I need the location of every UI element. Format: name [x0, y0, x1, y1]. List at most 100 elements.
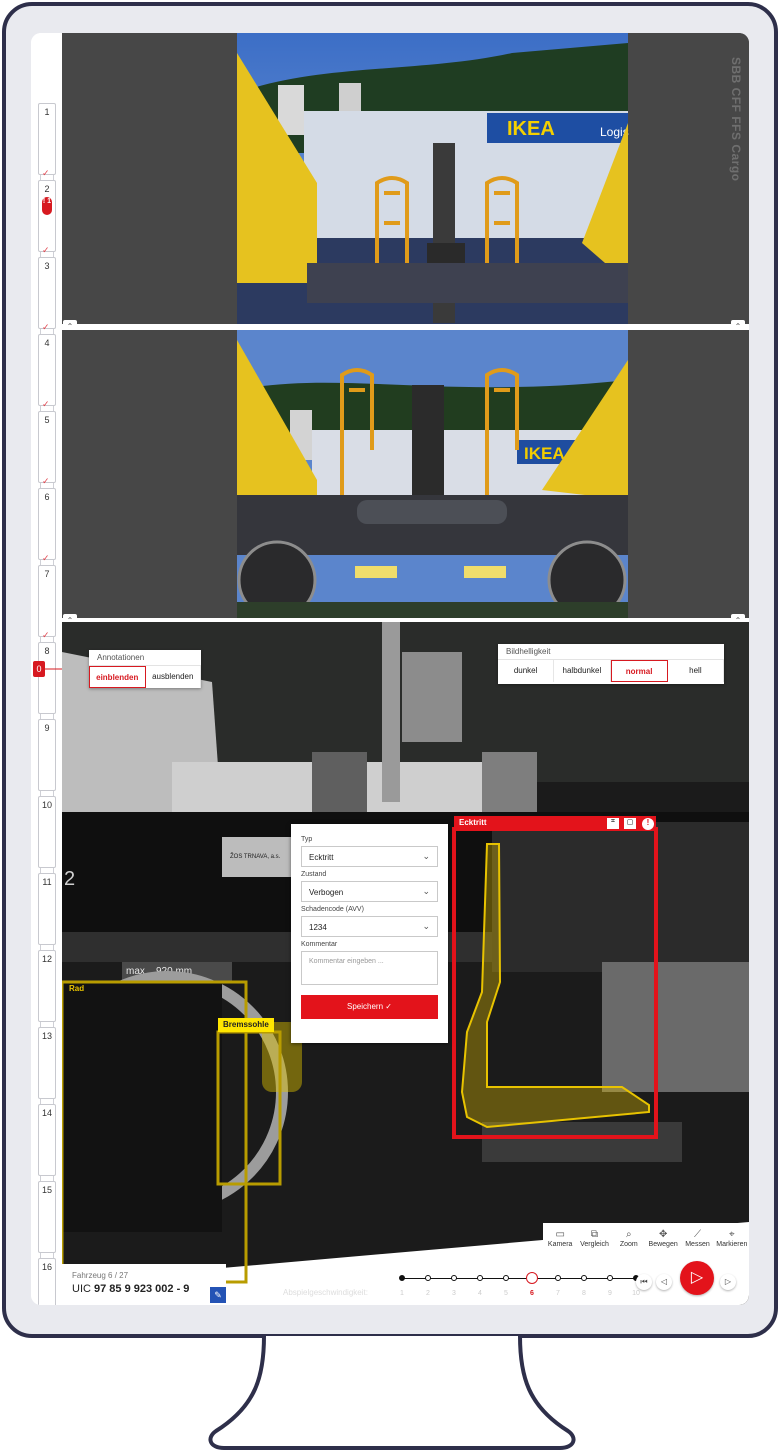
brightness-normal-button[interactable]: normal	[610, 660, 668, 682]
timeline-item[interactable]: 3 ✓	[38, 257, 56, 332]
speed-step-dot[interactable]	[555, 1275, 561, 1281]
ikea-sign: IKEA	[507, 118, 555, 140]
monitor-stand	[208, 1336, 576, 1450]
timeline-item[interactable]: 13	[38, 1027, 56, 1099]
crop-icon[interactable]: ⌗	[607, 818, 619, 829]
skip-start-icon[interactable]: ⏮	[636, 1274, 652, 1290]
tool-label: Markieren	[716, 1241, 748, 1248]
uic-prefix: UIC	[72, 1283, 91, 1295]
tool-vergleich-button[interactable]: ⧉ Vergleich	[577, 1229, 611, 1260]
timeline-item[interactable]: 8	[38, 642, 56, 714]
speed-step-dot[interactable]	[607, 1275, 613, 1281]
speed-step-dot[interactable]	[399, 1275, 405, 1281]
brightness-dunkel-button[interactable]: dunkel	[498, 660, 555, 682]
speed-step-label[interactable]: 3	[448, 1290, 460, 1297]
tool-label: Zoom	[619, 1241, 638, 1248]
timeline-item-number: 11	[42, 877, 52, 887]
timeline-item[interactable]: 1 ✓	[38, 103, 56, 178]
timeline-item[interactable]: 16	[38, 1258, 56, 1305]
tool-label: Messen	[685, 1241, 710, 1248]
check-icon: ✓	[42, 553, 50, 563]
timeline-item[interactable]: 14	[38, 1104, 56, 1176]
speed-step-label[interactable]: 9	[604, 1290, 616, 1297]
timeline-item[interactable]: 9	[38, 719, 56, 791]
timeline-current-marker[interactable]: 0	[31, 661, 62, 677]
speed-step-label[interactable]: 5	[500, 1290, 512, 1297]
uic-number: 97 85 9 923 002 - 9	[94, 1283, 190, 1295]
speed-step-dot[interactable]	[451, 1275, 457, 1281]
brightness-hell-button[interactable]: hell	[668, 660, 724, 682]
speed-step-label[interactable]: 6	[526, 1290, 538, 1297]
speed-step-label[interactable]: 8	[578, 1290, 590, 1297]
play-icon[interactable]: ▷	[680, 1261, 714, 1295]
speed-step-label[interactable]: 2	[422, 1290, 434, 1297]
timeline-item-number: 2	[44, 184, 50, 194]
speed-step-dot[interactable]	[425, 1275, 431, 1281]
speed-slider[interactable]	[399, 1272, 639, 1284]
timeline-item[interactable]: 7 ✓	[38, 565, 56, 640]
compare-icon: ⧉	[590, 1229, 599, 1240]
timeline-item-number: 9	[44, 723, 50, 733]
train-photo-middle: IKEA	[62, 330, 749, 618]
timeline-item[interactable]: 10	[38, 796, 56, 868]
bremssohle-box[interactable]	[216, 1030, 282, 1186]
vehicle-timeline: 1 ✓ 2! 1 ✓ 3 ✓ 4 ✓ 5 ✓ 6 ✓ 7 ✓ 8 9 10 11 12 13 14 15 16 0	[31, 33, 62, 1305]
kommentar-input[interactable]: Kommentar eingeben ...	[301, 951, 438, 985]
tool-markieren-button[interactable]: ⌖ Markieren	[715, 1229, 749, 1260]
check-icon: ✓	[42, 245, 50, 255]
check-icon: ✓	[42, 630, 50, 640]
step-forward-icon[interactable]: ▷	[720, 1274, 736, 1290]
speed-step-label[interactable]: 7	[552, 1290, 564, 1297]
annotations-title: Annotationen	[89, 650, 201, 666]
app-screen: 1 ✓ 2! 1 ✓ 3 ✓ 4 ✓ 5 ✓ 6 ✓ 7 ✓ 8 9 10 11 12 13 14 15 16 0 IKEA…	[31, 33, 749, 1305]
speed-step-label[interactable]: 10	[630, 1290, 642, 1297]
typ-select[interactable]: Ecktritt ⌄	[301, 846, 438, 867]
ecktritt-polygon[interactable]	[460, 843, 650, 1129]
timeline-item-number: 14	[41, 1108, 52, 1118]
zustand-label: Zustand	[301, 871, 327, 878]
save-button[interactable]: Speichern ✓	[301, 995, 438, 1019]
timeline-item-number: 10	[41, 800, 52, 810]
tool-kamera-button[interactable]: ▭ Kamera	[543, 1229, 577, 1260]
tool-messen-button[interactable]: ⟋ Messen	[680, 1229, 714, 1260]
train-photo-top: IKEA Logis	[62, 33, 749, 324]
delete-icon[interactable]: ▢	[624, 818, 636, 829]
timeline-item[interactable]: 11	[38, 873, 56, 945]
chevron-down-icon: ⌄	[422, 886, 430, 896]
tool-zoom-button[interactable]: ⌕ Zoom	[612, 1229, 646, 1260]
annotations-show-button[interactable]: einblenden	[89, 666, 146, 688]
tool-label: Kamera	[547, 1241, 573, 1248]
brightness-card: Bildhelligkeit dunkel halbdunkel normal …	[498, 644, 724, 684]
panel-divider-1[interactable]	[62, 324, 749, 328]
edit-pencil-icon[interactable]: ✎	[210, 1287, 226, 1303]
camera-panel-middle[interactable]: IKEA	[62, 330, 749, 618]
camera-panel-top[interactable]: IKEA Logis SBB CFF FFS Cargo	[62, 33, 749, 324]
rad-label[interactable]: Rad	[64, 982, 89, 996]
speed-current-knob[interactable]	[526, 1272, 538, 1284]
speed-step-dot[interactable]	[503, 1275, 509, 1281]
step-back-icon[interactable]: ◁	[656, 1274, 672, 1290]
tool-bewegen-button[interactable]: ✥ Bewegen	[646, 1229, 680, 1260]
timeline-item[interactable]: 6 ✓	[38, 488, 56, 563]
speed-step-label[interactable]: 1	[396, 1290, 408, 1297]
speed-step-label[interactable]: 4	[474, 1290, 486, 1297]
annotations-card: Annotationen einblenden ausblenden	[89, 650, 201, 688]
brightness-halbdunkel-button[interactable]: halbdunkel	[554, 660, 611, 682]
damage-badge[interactable]: ! 1	[42, 197, 52, 215]
timeline-item[interactable]: 15	[38, 1181, 56, 1253]
timeline-item-number: 12	[41, 954, 52, 964]
speed-step-dot[interactable]	[581, 1275, 587, 1281]
timeline-item[interactable]: 12	[38, 950, 56, 1022]
timeline-item[interactable]: 5 ✓	[38, 411, 56, 486]
speed-step-dot[interactable]	[477, 1275, 483, 1281]
warning-icon[interactable]: !	[642, 818, 654, 830]
bremssohle-label[interactable]: Bremssohle	[218, 1018, 274, 1032]
schadencode-select[interactable]: 1234 ⌄	[301, 916, 438, 937]
tag-icon: ⌖	[728, 1229, 735, 1240]
timeline-item[interactable]: 2 ! 1 ✓	[38, 180, 56, 255]
schadencode-value: 1234	[309, 923, 327, 932]
timeline-item-number: 4	[44, 338, 50, 348]
zustand-select[interactable]: Verbogen ⌄	[301, 881, 438, 902]
timeline-item[interactable]: 4 ✓	[38, 334, 56, 409]
annotations-hide-button[interactable]: ausblenden	[146, 666, 201, 688]
